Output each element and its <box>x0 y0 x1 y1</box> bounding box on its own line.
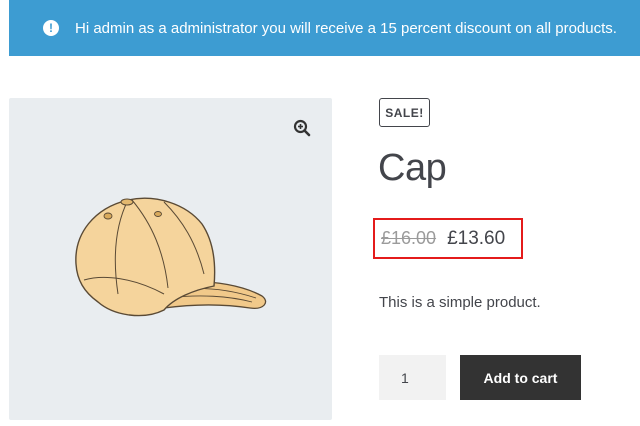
notice-text: Hi admin as a administrator you will rec… <box>75 19 617 37</box>
price: £16.00 £13.60 <box>373 218 523 259</box>
exclamation-icon: ! <box>43 20 59 36</box>
product-title: Cap <box>378 147 447 189</box>
sale-badge: SALE! <box>379 98 430 127</box>
product-short-description: This is a simple product. <box>379 294 541 311</box>
discount-notice: ! Hi admin as a administrator you will r… <box>9 0 640 56</box>
sale-price: £13.60 <box>447 227 506 249</box>
quantity-input[interactable] <box>379 355 446 400</box>
zoom-in-icon[interactable] <box>288 118 316 138</box>
cap-product-image[interactable] <box>64 194 278 328</box>
regular-price: £16.00 <box>381 228 437 248</box>
add-to-cart-button[interactable]: Add to cart <box>460 355 581 400</box>
